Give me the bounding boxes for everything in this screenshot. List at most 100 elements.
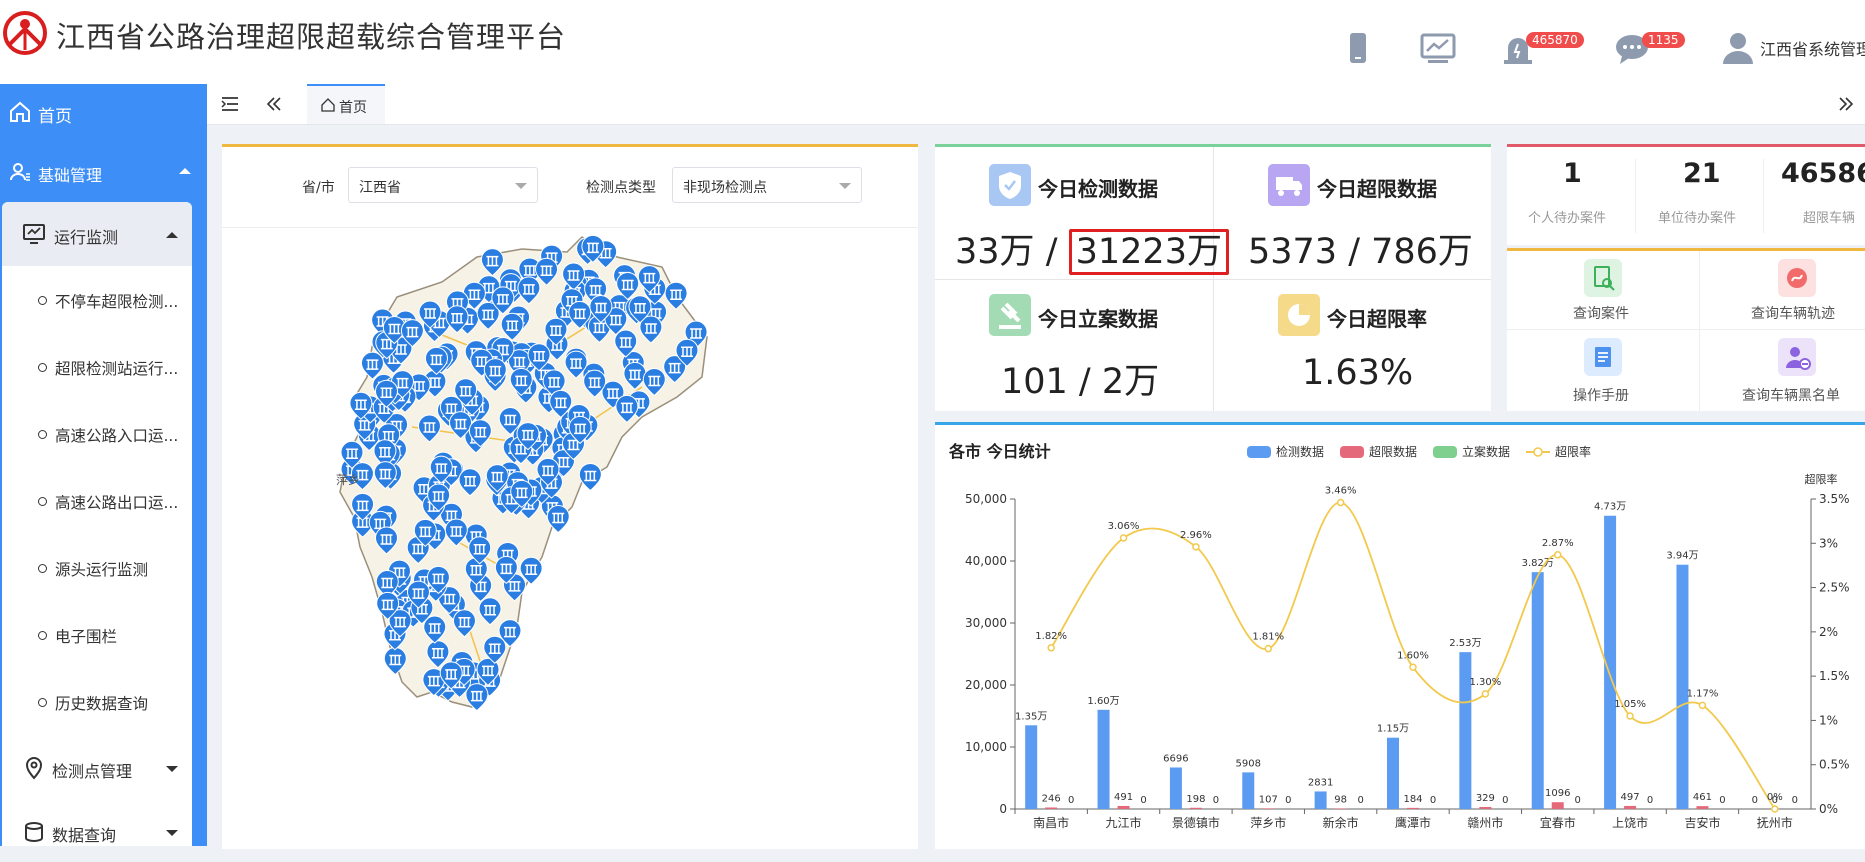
bar-data-label: 184 <box>1403 794 1422 805</box>
y-tick-label: 40,000 <box>965 554 1007 568</box>
chart-marks: 1.35万1.60万6696 590828311.15万2.53万3.82万4.7… <box>1015 486 1798 813</box>
detect-total-value: 31223万 <box>1068 229 1229 275</box>
rate-point <box>1481 690 1490 698</box>
divider <box>1763 159 1764 233</box>
bar-data-label: 0 <box>1752 795 1758 806</box>
sidebar-item-running-monitor[interactable]: 运行监测 <box>2 202 192 266</box>
checkpoint-pin[interactable] <box>578 463 602 492</box>
legend-item[interactable]: 超限率 <box>1526 444 1591 459</box>
alarm-count-badge: 465870 <box>1526 32 1584 48</box>
sidebar-subitem[interactable]: 不停车超限检测... <box>2 268 192 334</box>
bar-超限数据 <box>1262 808 1275 809</box>
sidebar-subitem[interactable]: 超限检测站运行... <box>2 335 192 401</box>
bar-data-label: 0 <box>1575 795 1581 806</box>
sidebar-item-label: 数据查询 <box>52 826 117 845</box>
mobile-icon[interactable] <box>1338 28 1378 68</box>
x-tick-label: 赣州市 <box>1467 815 1503 830</box>
bar-超限数据 <box>1189 807 1202 809</box>
y2-axis-title: 超限率 <box>1805 472 1838 486</box>
sidebar: 首页 基础管理 运行监测 不停车超限检测... 超限检测站运行... 高速公路入… <box>0 84 207 846</box>
bar-data-label: 0 <box>1140 795 1146 806</box>
checkpoint-type-select[interactable]: 非现场检测点 <box>672 167 862 203</box>
sidebar-item-home[interactable]: 首页 <box>0 84 207 142</box>
province-filter-label: 省/市 <box>302 180 335 196</box>
y-tick-label: 30,000 <box>965 616 1007 630</box>
y2-tick-label: 3.5% <box>1819 492 1850 506</box>
bullet-icon <box>38 296 47 305</box>
bar-data-label: 0 <box>1647 795 1653 806</box>
province-map[interactable]: 萍乡 <box>222 227 918 847</box>
sidebar-subitem[interactable]: 电子围栏 <box>2 603 192 669</box>
pie-chart-icon <box>1278 294 1320 336</box>
unit-todo-count[interactable]: 21 <box>1683 158 1721 189</box>
gavel-icon <box>989 294 1031 336</box>
sidebar-item-data-query[interactable]: 数据查询 <box>2 802 192 862</box>
x-tick-label: 宜春市 <box>1540 815 1576 830</box>
bar-超限数据 <box>1117 805 1130 809</box>
user-avatar-icon[interactable] <box>1718 28 1758 68</box>
legend-item[interactable]: 超限数据 <box>1340 444 1417 459</box>
personal-todo-count[interactable]: 1 <box>1563 158 1582 189</box>
bar-data-label: 491 <box>1114 792 1133 803</box>
legend-label: 检测数据 <box>1276 444 1324 459</box>
scroll-left-icon[interactable] <box>265 96 283 112</box>
location-pin-icon <box>25 757 43 780</box>
x-tick-label: 抚州市 <box>1757 815 1793 830</box>
rate-data-label: 1.60% <box>1397 650 1429 661</box>
sidebar-item-base-mgmt[interactable]: 基础管理 <box>0 144 207 202</box>
bar-data-label: 1.15万 <box>1377 724 1409 735</box>
sidebar-subitem-label: 电子围栏 <box>55 628 118 646</box>
collapse-menu-icon[interactable] <box>221 96 239 112</box>
rate-data-label: 1.17% <box>1687 688 1719 699</box>
bar-data-label: 1096 <box>1545 788 1570 799</box>
rate-stat-title: 今日超限率 <box>1327 307 1427 331</box>
sidebar-subitem[interactable]: 源头运行监测 <box>2 536 192 602</box>
user-name[interactable]: 江西省系统管理 <box>1760 36 1865 60</box>
bar-检测数据 <box>1025 725 1038 809</box>
bar-超限数据 <box>1551 802 1564 809</box>
manual-link[interactable]: 操作手册 <box>1507 330 1699 411</box>
scroll-right-icon[interactable] <box>1837 96 1855 112</box>
rate-point <box>1192 543 1200 551</box>
sidebar-item-label: 基础管理 <box>38 166 103 185</box>
overlimit-vehicle-count[interactable]: 465865 <box>1781 158 1865 189</box>
tab-home[interactable]: 首页 <box>307 84 385 124</box>
rate-data-label: 0% <box>1767 792 1783 803</box>
bar-检测数据 <box>1097 709 1110 809</box>
rate-data-label: 1.82% <box>1035 631 1067 642</box>
map-label-pingxiang: 萍乡 <box>336 473 360 487</box>
sidebar-item-checkpoint-mgmt[interactable]: 检测点管理 <box>2 738 192 798</box>
sidebar-subitem[interactable]: 高速公路入口运... <box>2 402 192 468</box>
rate-point <box>1264 644 1273 653</box>
home-icon <box>321 98 335 112</box>
query-case-link[interactable]: 查询案件 <box>1507 251 1699 329</box>
sidebar-subitem[interactable]: 历史数据查询 <box>2 670 192 736</box>
province-select[interactable]: 江西省 <box>348 167 538 203</box>
chevron-down-icon <box>166 766 178 772</box>
y-tick-label: 50,000 <box>965 492 1007 506</box>
vehicle-track-link[interactable]: 查询车辆轨迹 <box>1700 251 1865 329</box>
rate-data-label: 1.05% <box>1614 699 1646 710</box>
bar-data-label: 0 <box>1719 795 1725 806</box>
sidebar-subitem[interactable]: 高速公路出口运... <box>2 469 192 535</box>
sidebar-subitem-label: 源头运行监测 <box>55 561 149 579</box>
blacklist-link[interactable]: 查询车辆黑名单 <box>1700 330 1865 411</box>
legend-label: 超限率 <box>1555 444 1591 459</box>
bullet-icon <box>38 698 47 707</box>
rate-data-label: 1.30% <box>1469 677 1501 688</box>
bar-data-label: 1.35万 <box>1015 711 1047 722</box>
rate-stat-value: 1.63% <box>1302 353 1414 393</box>
bar-data-label: 98 <box>1334 794 1347 805</box>
monitor-icon[interactable] <box>1418 28 1458 68</box>
overlimit-stat-value: 5373 / 786万 <box>1248 232 1473 272</box>
rate-point <box>1771 805 1779 813</box>
legend-item[interactable]: 检测数据 <box>1247 444 1324 459</box>
legend-swatch-dot <box>1533 447 1543 457</box>
route-icon <box>1778 259 1816 297</box>
legend-item[interactable]: 立案数据 <box>1433 444 1510 459</box>
bar-data-label: 2831 <box>1308 777 1333 788</box>
city-stats-chart: 各市 今日统计 检测数据 超限数据 立案数据 超限率 010,00020,00030,… <box>948 442 1850 830</box>
legend-label: 立案数据 <box>1462 444 1510 459</box>
type-select-value: 非现场检测点 <box>683 180 767 196</box>
detect-stat-value: 33万 / 31223万 <box>955 223 1229 275</box>
